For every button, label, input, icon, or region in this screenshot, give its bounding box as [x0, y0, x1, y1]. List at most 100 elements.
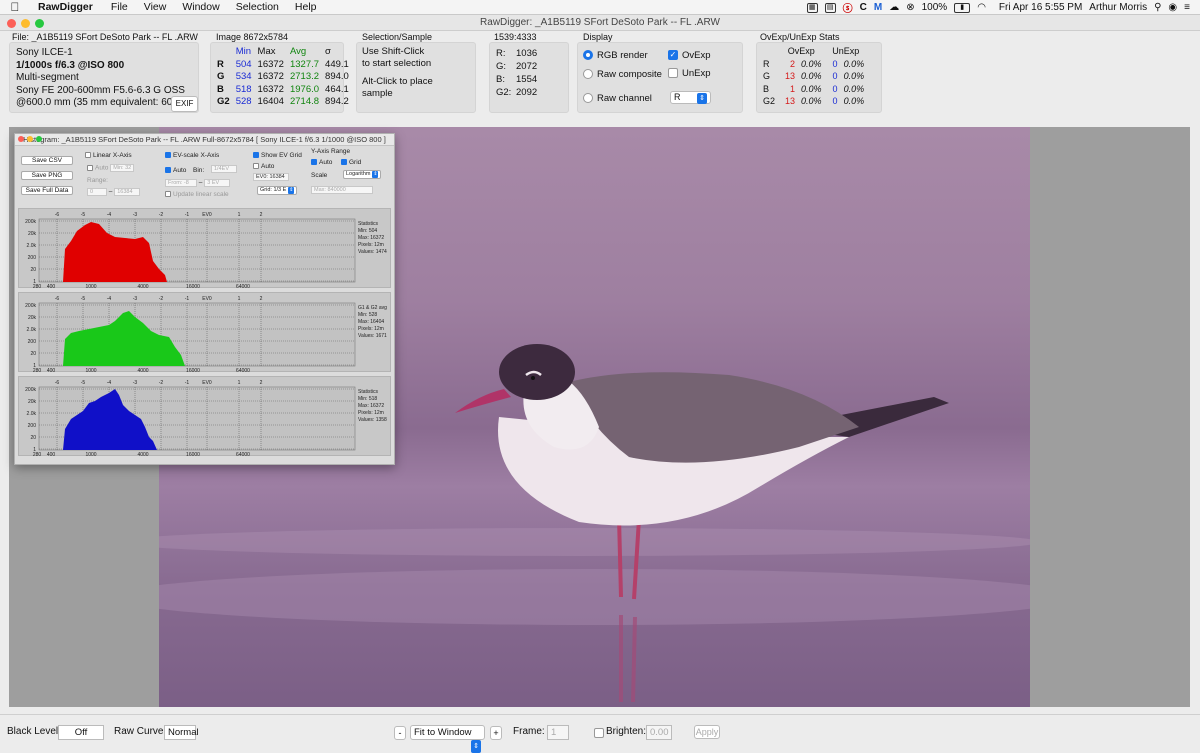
- status-wifi-icon[interactable]: ◠: [977, 2, 986, 13]
- linear-min-field[interactable]: Min: 32: [110, 164, 135, 172]
- ev0-field[interactable]: EV0: 16384: [253, 173, 289, 181]
- save-png-button[interactable]: Save PNG: [21, 171, 73, 180]
- zoom-out-button[interactable]: -: [394, 726, 406, 740]
- x-tick-label: 64000: [236, 452, 250, 457]
- ev-range-inputs: From: -8 – 3 EV: [165, 179, 231, 187]
- linear-x-axis-checkbox[interactable]: Linear X-Axis: [85, 152, 132, 159]
- save-csv-button[interactable]: Save CSV: [21, 156, 73, 165]
- max-value: 16372: [257, 83, 284, 95]
- black-level-field[interactable]: Off: [58, 725, 104, 740]
- stat-text: Max: 16404: [358, 319, 384, 325]
- status-c-icon[interactable]: C: [860, 2, 867, 13]
- update-linear-checkbox[interactable]: Update linear scale: [165, 191, 229, 198]
- y-max-field[interactable]: Max: 840000: [311, 186, 373, 194]
- pixel-value: 2092: [516, 87, 538, 98]
- minimize-histogram-button[interactable]: [27, 136, 33, 142]
- rgb-render-radio[interactable]: RGB render: [583, 50, 648, 61]
- control-center-icon[interactable]: ≡: [1184, 2, 1190, 13]
- grid-step-value: Grid: 1/3 E: [260, 187, 287, 193]
- status-s-icon[interactable]: ⓢ: [843, 0, 853, 15]
- frame-stepper[interactable]: 1: [547, 725, 569, 740]
- linear-auto-checkbox[interactable]: Auto Min: 32: [87, 164, 135, 172]
- ev-tick-label: -4: [107, 212, 112, 218]
- spotlight-search-icon[interactable]: ⚲: [1154, 2, 1161, 13]
- ev-grid-auto-label: Auto: [261, 163, 275, 170]
- selection-hint-1: Use Shift-Click: [362, 46, 425, 57]
- ev-to-field[interactable]: 3 EV: [204, 179, 231, 187]
- app-menu[interactable]: RawDigger: [30, 1, 103, 13]
- menu-window[interactable]: Window: [174, 1, 227, 13]
- brighten-checkbox[interactable]: [594, 728, 604, 738]
- minimize-window-button[interactable]: [21, 19, 30, 28]
- y-tick-label: 200: [28, 255, 37, 261]
- menu-view[interactable]: View: [136, 1, 175, 13]
- zoom-histogram-button[interactable]: [36, 136, 42, 142]
- y-tick-label: 2.0k: [27, 327, 37, 333]
- unexp-count: 0: [832, 96, 838, 106]
- scale-select[interactable]: Logarithm ⇕: [343, 170, 382, 179]
- stats-row-r: R 504 16372 1327.7 449.1: [214, 59, 352, 72]
- min-value: 518: [235, 83, 252, 95]
- ovexp-stats-table: OvExp UnExp R 2 0.0% 0 0.0% G 13 0.0% 0 …: [760, 45, 867, 108]
- show-ev-grid-checkbox[interactable]: Show EV Grid: [253, 152, 302, 159]
- pixel-coords: 1539:4333: [494, 32, 537, 42]
- y-grid-checkbox[interactable]: Grid: [341, 159, 361, 166]
- ev-grid-auto-checkbox[interactable]: Auto: [253, 163, 274, 170]
- ev-tick-label: -6: [55, 380, 60, 386]
- menu-help[interactable]: Help: [287, 1, 325, 13]
- checkbox-empty-icon: [85, 152, 91, 159]
- menu-file[interactable]: File: [103, 1, 136, 13]
- raw-composite-radio[interactable]: Raw composite: [583, 69, 662, 80]
- zoom-in-button[interactable]: +: [490, 726, 502, 740]
- ev-auto-checkbox[interactable]: Auto: [165, 167, 186, 174]
- battery-icon[interactable]: ▮: [954, 2, 971, 13]
- status-m-icon[interactable]: M: [874, 2, 882, 13]
- unexp-checkbox[interactable]: UnExp: [668, 68, 711, 79]
- range-from-field[interactable]: 0: [87, 188, 107, 196]
- zoom-select[interactable]: Fit to Window ⇕: [410, 725, 485, 753]
- histogram-window[interactable]: Histogram: _A1B5119 SFort DeSoto Park --…: [14, 133, 395, 465]
- raw-curve-field[interactable]: Normal: [164, 725, 199, 740]
- menubar-user[interactable]: Arthur Morris: [1089, 2, 1147, 13]
- close-histogram-button[interactable]: [18, 136, 24, 142]
- col-ovexp: OvExp: [787, 46, 815, 56]
- siri-icon[interactable]: ◉: [1168, 2, 1177, 13]
- ev-from-field[interactable]: From: -8: [165, 179, 197, 187]
- grid-step-select[interactable]: Grid: 1/3 E ⇕: [257, 186, 298, 195]
- menu-selection[interactable]: Selection: [228, 1, 287, 13]
- metering-mode: Multi-segment: [16, 72, 79, 83]
- bin-field[interactable]: 1/4EV: [211, 165, 237, 173]
- apply-button[interactable]: Apply: [694, 725, 720, 739]
- zoom-window-button[interactable]: [35, 19, 44, 28]
- display-panel-title: Display: [583, 32, 613, 42]
- ev-tick-label: 1: [238, 380, 241, 386]
- status-cloud-icon[interactable]: ☁: [889, 2, 899, 13]
- ev-scale-checkbox[interactable]: EV-scale X-Axis: [165, 152, 219, 159]
- exif-button[interactable]: EXIF: [171, 96, 198, 112]
- close-window-button[interactable]: [7, 19, 16, 28]
- channel-label: G: [217, 71, 225, 82]
- ovexp-row-r: R 2 0.0% 0 0.0%: [760, 58, 867, 71]
- save-full-data-button[interactable]: Save Full Data: [21, 186, 73, 195]
- y-auto-checkbox[interactable]: Auto: [311, 159, 332, 166]
- status-calendar-icon[interactable]: ▦: [806, 2, 818, 13]
- ovexp-checkbox[interactable]: ✓ OvExp: [668, 50, 711, 61]
- x-tick-label: 280: [33, 284, 42, 289]
- status-app-icon[interactable]: ▤: [824, 2, 836, 13]
- radio-off-icon: [583, 69, 593, 80]
- ev-tick-label: EV0: [202, 212, 212, 218]
- status-link-icon[interactable]: ⊗: [906, 2, 914, 13]
- max-value: 16372: [257, 58, 284, 70]
- checkmark-icon: ✓: [668, 50, 678, 61]
- bin-label: Bin:: [193, 167, 205, 174]
- ev-tick-label: -3: [133, 212, 138, 218]
- menubar-clock[interactable]: Fri Apr 16 5:55 PM: [999, 2, 1082, 13]
- ev-tick-label: -6: [55, 296, 60, 302]
- raw-channel-radio[interactable]: Raw channel: [583, 93, 652, 104]
- apple-icon[interactable]: : [0, 0, 30, 14]
- channel-select[interactable]: R ⇕: [670, 91, 712, 104]
- range-to-field[interactable]: 16384: [114, 188, 141, 196]
- histogram-panel-g: -6 -5 -4 -3 -2 -1 EV0 1 2 200k 20k 2.0k 200 20 1 280 400…: [18, 292, 391, 374]
- checkmark-icon: [165, 167, 171, 174]
- brighten-field[interactable]: 0.00: [646, 725, 672, 740]
